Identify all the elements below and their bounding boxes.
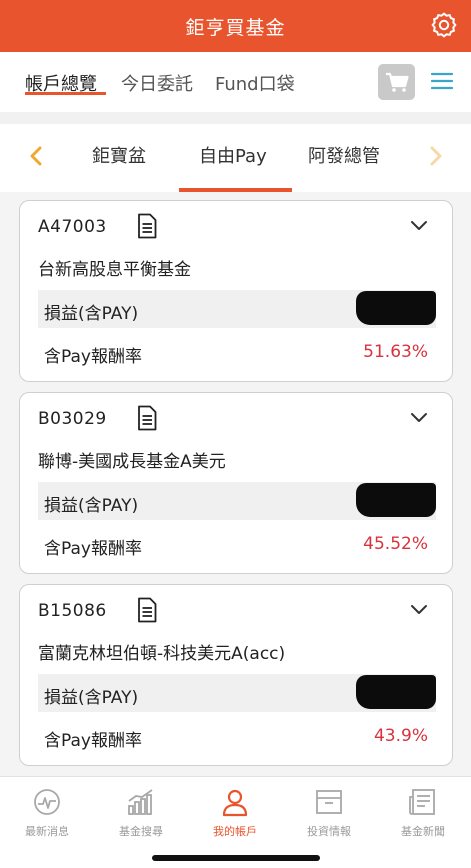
profit-loss-label: 損益(含PAY): [44, 496, 139, 516]
fund-name: 富蘭克林坦伯頓-科技美元A(acc): [38, 644, 286, 664]
return-rate-value: 43.9%: [373, 726, 428, 746]
newspaper-icon: [409, 789, 435, 815]
fund-name: 台新高股息平衡基金: [38, 260, 191, 280]
nav-fund-news[interactable]: 基金新聞: [376, 787, 470, 839]
tab-afa-manager[interactable]: 阿發總管: [308, 142, 380, 168]
section-divider: [0, 112, 471, 124]
cart-icon: [386, 72, 409, 92]
tab-free-pay[interactable]: 自由Pay: [199, 142, 267, 168]
document-icon[interactable]: [137, 405, 157, 431]
hamburger-menu-icon[interactable]: [431, 70, 453, 92]
inbox-icon: [316, 790, 342, 814]
fund-name: 聯博-美國成長基金A美元: [38, 452, 226, 472]
nav-latest-news[interactable]: 最新消息: [0, 787, 94, 839]
fund-card[interactable]: B15086 富蘭克林坦伯頓-科技美元A(acc) 損益(含PAY) 含Pay報…: [19, 584, 453, 766]
nav-label: 最新消息: [25, 825, 69, 838]
profit-loss-row: 損益(含PAY): [38, 290, 436, 328]
profit-loss-label: 損益(含PAY): [44, 304, 139, 324]
fund-card[interactable]: A47003 台新高股息平衡基金 損益(含PAY) 含Pay報酬率 51.63%: [19, 200, 453, 382]
redacted-value: [356, 675, 436, 709]
tab-active-indicator: [25, 92, 106, 95]
nav-label: 基金新聞: [401, 825, 445, 838]
nav-investment-info[interactable]: 投資情報: [282, 787, 376, 839]
chevron-down-icon[interactable]: [410, 219, 428, 233]
redacted-value: [356, 291, 436, 325]
fund-code: A47003: [38, 217, 107, 237]
news-pulse-icon: [34, 789, 60, 815]
product-tab-bar: 鉅寶盆 自由Pay 阿發總管: [0, 124, 471, 192]
nav-my-account[interactable]: 我的帳戶: [188, 787, 282, 839]
return-rate-value: 45.52%: [363, 534, 428, 554]
profit-loss-row: 損益(含PAY): [38, 482, 436, 520]
home-indicator: [152, 855, 320, 861]
fund-card[interactable]: B03029 聯博-美國成長基金A美元 損益(含PAY) 含Pay報酬率 45.…: [19, 392, 453, 574]
app-title: 鉅亨買基金: [185, 17, 286, 39]
bar-chart-icon: [128, 789, 153, 815]
nav-label: 投資情報: [307, 825, 351, 838]
cart-button[interactable]: [378, 64, 415, 100]
document-icon[interactable]: [137, 213, 157, 239]
profit-loss-row: 損益(含PAY): [38, 674, 436, 712]
chevron-right-icon[interactable]: [420, 140, 452, 172]
return-rate-value: 51.63%: [363, 342, 428, 362]
fund-code: B03029: [38, 409, 107, 429]
top-tab-bar: 帳戶總覽 今日委託 Fund口袋: [0, 52, 471, 112]
chevron-down-icon[interactable]: [410, 411, 428, 425]
return-rate-label: 含Pay報酬率: [44, 539, 142, 559]
user-icon: [222, 789, 248, 817]
document-icon[interactable]: [137, 597, 157, 623]
app-header: 鉅亨買基金: [0, 0, 471, 52]
fund-code: B15086: [38, 601, 107, 621]
chevron-left-icon[interactable]: [20, 140, 52, 172]
tab-jubaopen[interactable]: 鉅寶盆: [92, 142, 146, 168]
return-rate-label: 含Pay報酬率: [44, 731, 142, 751]
tab-fund-pocket[interactable]: Fund口袋: [215, 70, 295, 96]
nav-fund-search[interactable]: 基金搜尋: [94, 787, 188, 839]
chevron-down-icon[interactable]: [410, 603, 428, 617]
tab-today-orders[interactable]: 今日委託: [121, 70, 193, 96]
profit-loss-label: 損益(含PAY): [44, 688, 139, 708]
gear-icon[interactable]: [431, 12, 457, 38]
nav-label: 基金搜尋: [119, 825, 163, 838]
nav-label: 我的帳戶: [213, 825, 257, 838]
redacted-value: [356, 483, 436, 517]
return-rate-label: 含Pay報酬率: [44, 347, 142, 367]
fund-list: A47003 台新高股息平衡基金 損益(含PAY) 含Pay報酬率 51.63%…: [0, 192, 471, 776]
